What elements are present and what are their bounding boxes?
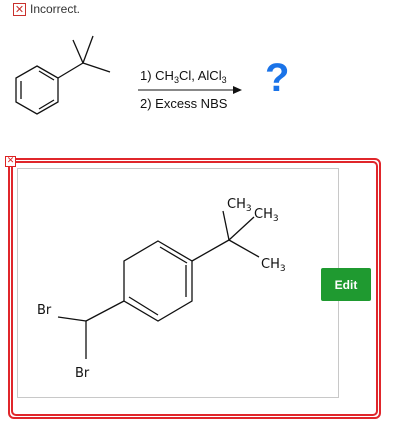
answer-structure: CH3 CH3 CH3 Br Br: [37, 197, 286, 381]
ring-bonds: [57, 210, 260, 359]
reaction-arrow: [138, 86, 242, 94]
condition-step-2: 2) Excess NBS: [140, 96, 228, 111]
status-text: Incorrect.: [30, 2, 81, 16]
tert-butylbenzene-structure: [15, 35, 111, 115]
condition-step-1: 1) CH3Cl, AlCl3: [140, 68, 227, 85]
methyl-label-3: CH3: [261, 257, 286, 274]
edit-button[interactable]: Edit: [321, 268, 371, 301]
unknown-product-mark: ?: [265, 56, 290, 100]
incorrect-x-icon: ✕: [13, 2, 26, 16]
benzene-ring: [15, 65, 59, 115]
feedback-status: ✕ Incorrect.: [13, 1, 80, 17]
answer-incorrect-icon: ✕: [5, 156, 16, 167]
methyl-label-1: CH3: [227, 197, 252, 214]
bromine-label-2: Br: [75, 366, 90, 381]
drawing-canvas[interactable]: CH3 CH3 CH3 Br Br: [17, 168, 339, 398]
reaction-scheme: 1) CH3Cl, AlCl3 2) Excess NBS: [15, 35, 242, 115]
bromine-label-1: Br: [37, 303, 52, 318]
methyl-label-2: CH3: [254, 207, 279, 224]
